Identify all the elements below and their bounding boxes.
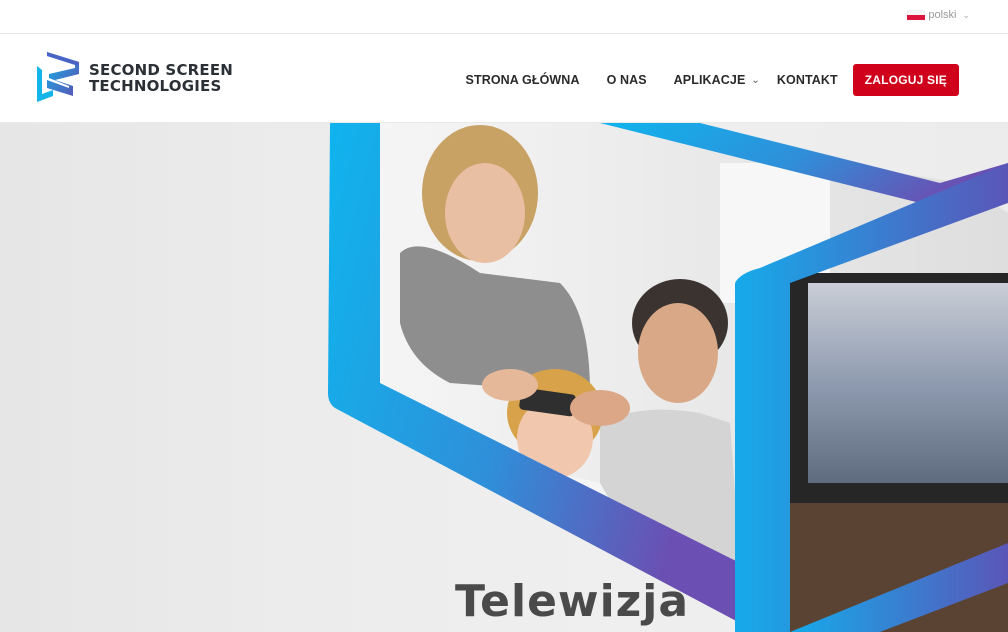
chevron-down-icon: ⌄ (962, 9, 970, 20)
nav-home[interactable]: STRONA GŁÓWNA (466, 73, 580, 87)
hero-banner: Telewizja (0, 123, 1008, 632)
nav-about-label: O NAS (606, 73, 647, 87)
logo-line1: SECOND SCREEN (89, 61, 234, 79)
main-nav: STRONA GŁÓWNA O NAS APLIKACJE ⌄ KONTAKT … (466, 64, 959, 96)
nav-applications-label: APLIKACJE (673, 73, 746, 87)
nav-home-label: STRONA GŁÓWNA (465, 73, 580, 87)
login-button[interactable]: ZALOGUJ SIĘ (852, 64, 959, 96)
logo-line2: TECHNOLOGIES (89, 77, 222, 95)
nav-contact[interactable]: KONTAKT (777, 73, 838, 87)
nav-contact-label: KONTAKT (776, 73, 838, 87)
language-selector[interactable]: polski ⌄ (907, 9, 970, 21)
nav-applications[interactable]: APLIKACJE ⌄ (674, 73, 760, 87)
language-label: polski (928, 9, 957, 21)
nav-about[interactable]: O NAS (607, 73, 647, 87)
logo-icon (37, 52, 79, 102)
logo[interactable]: SECOND SCREEN TECHNOLOGIES (33, 50, 233, 106)
hero-image (328, 123, 1008, 632)
hero-title: Telewizja (455, 576, 690, 627)
site-header: SECOND SCREEN TECHNOLOGIES STRONA GŁÓWNA… (0, 34, 1008, 123)
poland-flag-icon (907, 10, 926, 20)
chevron-down-icon: ⌄ (751, 74, 760, 86)
top-bar: polski ⌄ (0, 0, 1008, 34)
